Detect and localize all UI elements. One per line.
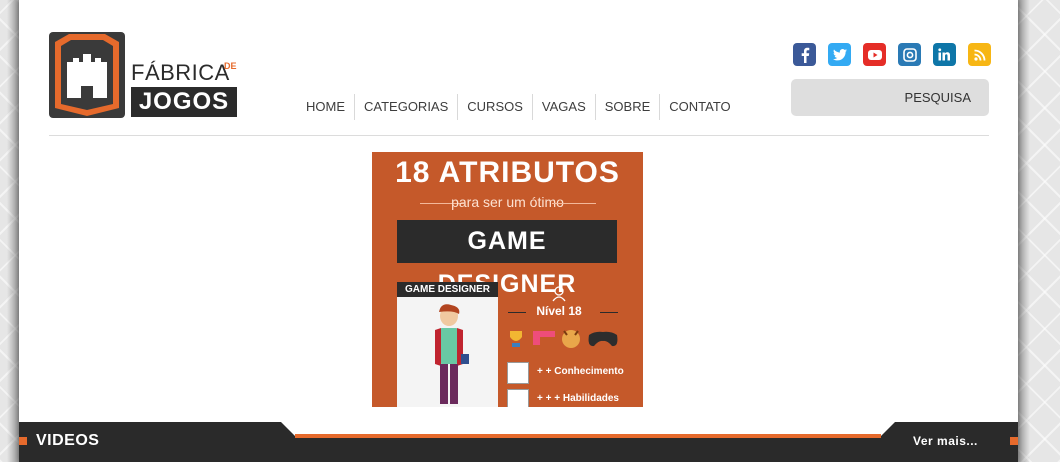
character-illustration — [435, 304, 469, 404]
nav-item-home[interactable]: HOME — [297, 94, 355, 120]
character-card-header: GAME DESIGNER — [397, 282, 498, 297]
search-input[interactable] — [791, 79, 989, 116]
stat-habilidades-label: + + + Habilidades — [537, 393, 619, 404]
cat-icon — [562, 330, 580, 348]
main-nav: HOME CATEGORIAS CURSOS VAGAS SOBRE CONTA… — [297, 94, 740, 120]
banner-subtitle-line-right — [552, 203, 596, 204]
stat-conhecimento: + + Conhecimento — [507, 362, 643, 384]
linkedin-icon[interactable] — [933, 43, 956, 66]
character-card: GAME DESIGNER — [397, 282, 498, 407]
level-avatar-icon — [552, 286, 566, 302]
videos-bar-background — [19, 422, 1018, 462]
ver-mais-link[interactable]: Ver mais... — [913, 434, 978, 448]
logo-text-fabrica: FÁBRICA — [131, 60, 230, 85]
nav-item-sobre[interactable]: SOBRE — [596, 94, 661, 120]
nav-item-cursos[interactable]: CURSOS — [458, 94, 533, 120]
gamepad-icon — [588, 331, 618, 347]
puzzle-icon — [533, 331, 555, 345]
brain-icon — [507, 362, 529, 384]
page-shadow-right — [1018, 0, 1030, 462]
header-divider — [49, 135, 989, 136]
banner-subtitle: para ser um ótimo — [451, 194, 564, 210]
site-logo[interactable]: FÁBRICA DE JOGOS — [49, 32, 239, 120]
tools-icon — [507, 389, 529, 407]
videos-label: VIDEOS — [36, 432, 100, 449]
rss-icon[interactable] — [968, 43, 991, 66]
logo-text-jogos: JOGOS — [131, 87, 237, 117]
level-label: Nível 18 — [536, 304, 582, 318]
logo-text-de: DE — [224, 61, 237, 71]
banner-role: GAME DESIGNER — [397, 220, 617, 298]
nav-item-vagas[interactable]: VAGAS — [533, 94, 596, 120]
facebook-icon[interactable] — [793, 43, 816, 66]
featured-banner[interactable]: 18 ATRIBUTOS para ser um ótimo GAME DESI… — [372, 152, 643, 407]
level-line-right — [600, 312, 618, 313]
logo-castle-icon — [49, 32, 125, 118]
videos-section-bar: VIDEOS Ver mais... — [19, 422, 1018, 462]
banner-title: 18 ATRIBUTOS — [395, 156, 620, 189]
stat-habilidades: + + + Habilidades — [507, 389, 643, 407]
nav-item-categorias[interactable]: CATEGORIAS — [355, 94, 459, 120]
social-links — [793, 43, 991, 66]
page-shadow-left — [7, 0, 19, 462]
twitter-icon[interactable] — [828, 43, 851, 66]
level-badges — [509, 327, 619, 356]
stat-conhecimento-label: + + Conhecimento — [537, 366, 624, 377]
youtube-icon[interactable] — [863, 43, 886, 66]
page-container: FÁBRICA DE JOGOS HOME CATEGORIAS CURSOS … — [19, 0, 1018, 462]
trophy-icon — [510, 331, 522, 347]
instagram-icon[interactable] — [898, 43, 921, 66]
nav-item-contato[interactable]: CONTATO — [660, 94, 739, 120]
